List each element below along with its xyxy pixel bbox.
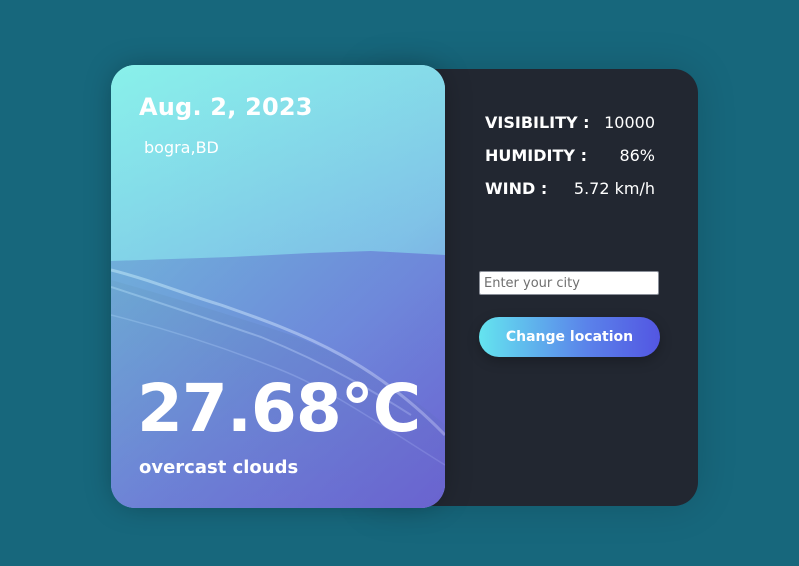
weather-card: Aug. 2, 2023 bogra,BD 27.68°C overcast c… — [111, 65, 445, 508]
visibility-label: VISIBILITY : — [485, 113, 590, 132]
location-label: bogra,BD — [144, 138, 219, 157]
wind-label: WIND : — [485, 179, 548, 198]
visibility-value: 10000 — [604, 113, 655, 132]
wind-row: WIND : 5.72 km/h — [485, 179, 655, 203]
temperature: 27.68°C — [137, 370, 421, 447]
visibility-row: VISIBILITY : 10000 — [485, 113, 655, 137]
humidity-value: 86% — [619, 146, 655, 165]
humidity-label: HUMIDITY : — [485, 146, 587, 165]
city-search-input[interactable] — [479, 271, 659, 295]
weather-app: Aug. 2, 2023 bogra,BD 27.68°C overcast c… — [111, 65, 698, 508]
current-date: Aug. 2, 2023 — [139, 93, 313, 121]
weather-description: overcast clouds — [139, 457, 299, 478]
change-location-button[interactable]: Change location — [479, 317, 660, 357]
wind-value: 5.72 km/h — [573, 179, 655, 198]
humidity-row: HUMIDITY : 86% — [485, 146, 655, 170]
